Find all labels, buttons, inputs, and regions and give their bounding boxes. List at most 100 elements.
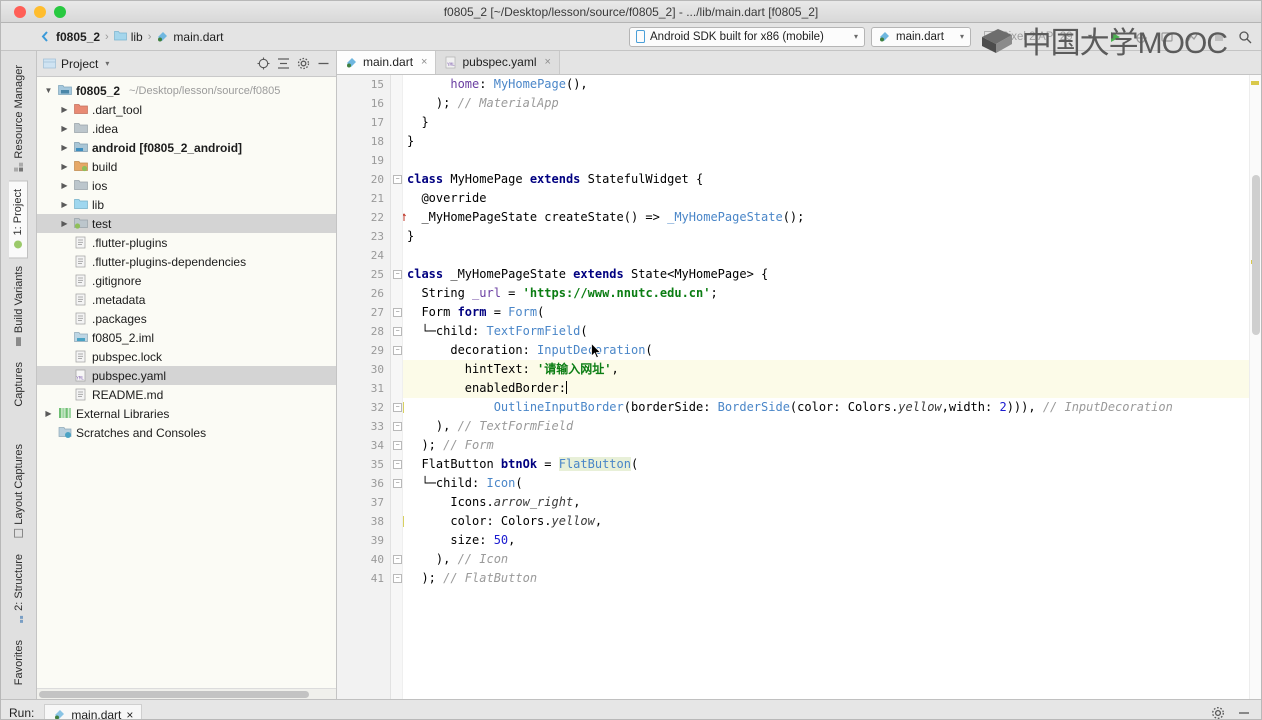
fold-marker-slot[interactable]: − [391,341,402,360]
tree-item-android-f0805-2-android[interactable]: ▶ android [f0805_2_android] [37,138,336,157]
device-selector[interactable]: Android SDK built for x86 (mobile) ▾ [629,26,865,47]
run-button[interactable] [1105,27,1125,47]
fold-toggle-icon[interactable]: − [393,327,402,336]
tree-item-pubspec-lock[interactable]: pubspec.lock [37,347,336,366]
fold-toggle-icon[interactable]: − [393,574,402,583]
scrollbar-thumb[interactable] [39,690,309,698]
expand-arrow-icon[interactable]: ▶ [59,124,70,133]
expand-arrow-icon[interactable]: ▶ [59,143,70,152]
fold-marker-slot[interactable]: − [391,436,402,455]
expand-arrow-icon[interactable]: ▶ [43,409,54,418]
expand-arrow-icon[interactable]: ▶ [59,200,70,209]
fold-marker-slot[interactable]: − [391,303,402,322]
fold-toggle-icon[interactable]: − [393,175,402,184]
tree-item-ios[interactable]: ▶ ios [37,176,336,195]
fold-marker-slot[interactable] [391,227,402,246]
search-icon[interactable] [1235,27,1255,47]
minimize-window-button[interactable] [34,5,46,18]
fold-marker-slot[interactable]: − [391,455,402,474]
tree-item-idea[interactable]: ▶ .idea [37,119,336,138]
tree-item-f0805-2-iml[interactable]: f0805_2.iml [37,328,336,347]
editor-code-area[interactable]: home: MyHomePage(), ); // MaterialApp } … [403,75,1261,699]
tree-item-flutter-plugins-dependencies[interactable]: .flutter-plugins-dependencies [37,252,336,271]
fold-marker-slot[interactable]: − [391,265,402,284]
hide-panel-icon[interactable] [1237,706,1251,720]
fold-toggle-icon[interactable]: − [393,460,402,469]
fold-marker-slot[interactable]: − [391,474,402,493]
close-icon[interactable]: × [421,56,427,68]
breadcrumb-item-lib[interactable]: lib [113,30,143,44]
fold-toggle-icon[interactable]: − [393,308,402,317]
fold-marker-slot[interactable] [391,246,402,265]
fold-marker-slot[interactable]: − [391,398,402,417]
tree-item-readme-md[interactable]: README.md [37,385,336,404]
run-session-tab[interactable]: main.dart × [44,703,143,720]
tree-item-packages[interactable]: .packages [37,309,336,328]
fold-marker-slot[interactable] [391,284,402,303]
sidebar-item-favorites[interactable]: Favorites [10,632,28,693]
gear-icon[interactable] [297,57,310,70]
gear-icon[interactable] [1211,706,1225,720]
fold-marker-slot[interactable] [391,512,402,531]
tree-item-metadata[interactable]: .metadata [37,290,336,309]
tree-item-pubspec-yaml[interactable]: YML pubspec.yaml [37,366,336,385]
close-icon[interactable]: × [545,56,551,68]
editor-fold-column[interactable]: − − − − − − − − − − − − [391,75,403,699]
expand-arrow-icon[interactable]: ▶ [59,162,70,171]
editor-gutter[interactable]: 15 16 17 18 19 20 21 22 23 24 25 26 27 28 29 30 31 32 33 34… [337,75,406,699]
sidebar-item-project[interactable]: 1: Project [9,179,28,259]
expand-arrow-icon[interactable]: ▶ [59,181,70,190]
fold-toggle-icon[interactable]: − [393,479,402,488]
chevron-down-icon[interactable]: ▾ [105,59,109,68]
fold-marker-slot[interactable] [391,531,402,550]
fold-marker-slot[interactable] [391,493,402,512]
fold-marker-slot[interactable] [391,151,402,170]
fold-toggle-icon[interactable]: − [393,422,402,431]
sidebar-item-layout-captures[interactable]: Layout Captures [10,436,28,546]
sidebar-item-build-variants[interactable]: Build Variants [10,258,28,354]
attach-debugger-button[interactable] [1157,27,1177,47]
tree-item-dart-tool[interactable]: ▶ .dart_tool [37,100,336,119]
tree-item-gitignore[interactable]: .gitignore [37,271,336,290]
fold-marker-slot[interactable] [391,132,402,151]
close-window-button[interactable] [14,5,26,18]
tree-item-build[interactable]: ▶ build [37,157,336,176]
expand-arrow-icon[interactable]: ▶ [59,105,70,114]
profiler-button[interactable] [1183,27,1203,47]
collapse-all-icon[interactable] [277,57,290,70]
fold-toggle-icon[interactable]: − [393,403,402,412]
fold-marker-slot[interactable] [391,379,402,398]
fold-toggle-icon[interactable]: − [393,270,402,279]
fold-toggle-icon[interactable]: − [393,555,402,564]
tree-item-flutter-plugins[interactable]: .flutter-plugins [37,233,336,252]
fold-toggle-icon[interactable]: − [393,346,402,355]
breadcrumb-item-file[interactable]: main.dart [156,30,223,44]
fold-marker-slot[interactable]: − [391,569,402,588]
locate-icon[interactable] [257,57,270,70]
fold-marker-slot[interactable] [391,113,402,132]
tree-item-lib[interactable]: ▶ lib [37,195,336,214]
fold-marker-slot[interactable]: − [391,417,402,436]
editor-vertical-scrollbar[interactable] [1249,75,1261,699]
fold-marker-slot[interactable]: − [391,550,402,569]
fold-marker-slot[interactable] [391,94,402,113]
fold-marker-slot[interactable]: − [391,322,402,341]
fold-toggle-icon[interactable]: − [393,441,402,450]
sidebar-item-resource-manager[interactable]: Resource Manager [10,57,28,180]
fold-marker-slot[interactable] [391,208,402,227]
sidebar-item-captures[interactable]: Captures [10,354,28,415]
hide-panel-icon[interactable] [317,57,330,70]
expand-arrow-icon[interactable]: ▶ [59,219,70,228]
close-icon[interactable]: × [126,708,133,720]
emulator-selector[interactable]: Pixel 2 API 29 ▾ [977,27,1099,47]
editor-tab-main-dart[interactable]: main.dart × [337,50,437,74]
sidebar-item-structure[interactable]: 2: Structure [10,546,28,632]
tree-item-external-libraries[interactable]: ▶ External Libraries [37,404,336,423]
code-editor[interactable]: 15 16 17 18 19 20 21 22 23 24 25 26 27 28 29 30 31 32 33 34… [337,75,1261,699]
maximize-window-button[interactable] [54,5,66,18]
fold-marker-slot[interactable] [391,189,402,208]
expand-arrow-icon[interactable]: ▼ [43,86,54,95]
project-tree[interactable]: ▼ f0805_2 ~/Desktop/lesson/source/f0805 ▶ .d… [37,77,336,688]
tree-item-test[interactable]: ▶ test [37,214,336,233]
editor-tab-pubspec-yaml[interactable]: YML pubspec.yaml × [436,50,560,74]
